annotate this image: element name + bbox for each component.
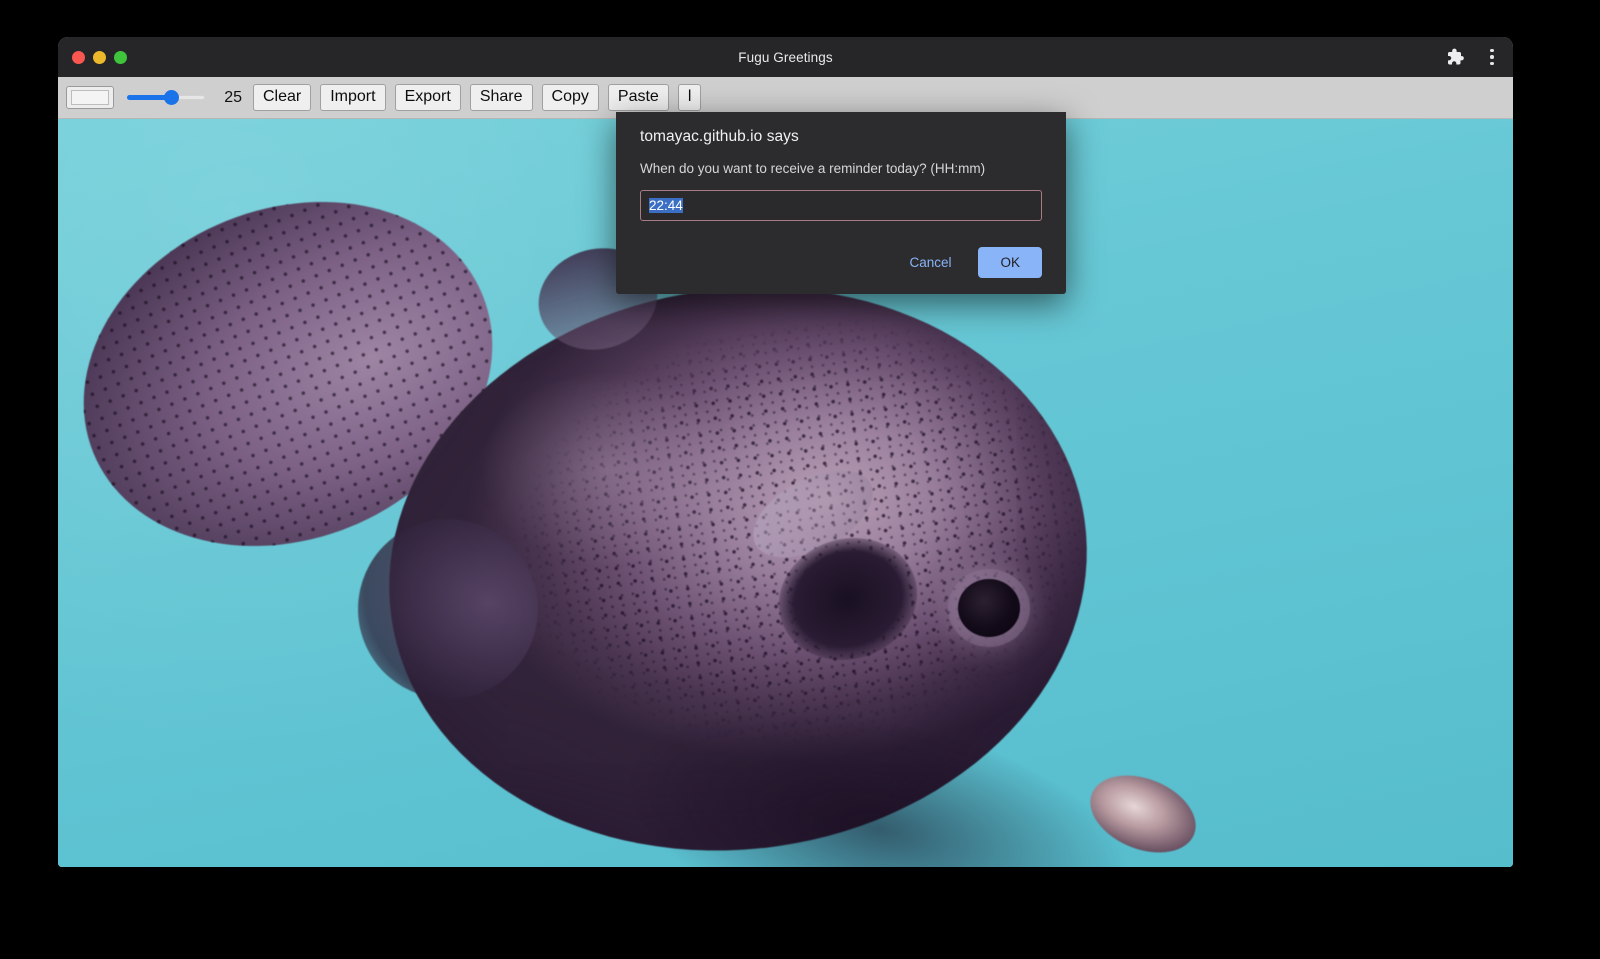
color-picker-input[interactable]: [66, 86, 114, 109]
reminder-time-input[interactable]: [640, 190, 1042, 221]
ok-button[interactable]: OK: [978, 247, 1042, 278]
brush-size-slider[interactable]: [127, 87, 205, 109]
obscured-toolbar-button[interactable]: l: [678, 84, 702, 111]
titlebar-actions: [1445, 47, 1501, 67]
slider-fill: [127, 95, 168, 100]
slider-thumb[interactable]: [164, 90, 179, 105]
minimize-window-button[interactable]: [93, 51, 106, 64]
traffic-lights: [72, 51, 127, 64]
paste-button[interactable]: Paste: [608, 84, 669, 111]
browser-menu-icon[interactable]: [1483, 47, 1501, 67]
close-window-button[interactable]: [72, 51, 85, 64]
screen: Fugu Greetings 25 Clear: [0, 0, 1600, 959]
copy-button[interactable]: Copy: [542, 84, 599, 111]
dialog-actions: Cancel OK: [640, 247, 1042, 278]
maximize-window-button[interactable]: [114, 51, 127, 64]
window-titlebar: Fugu Greetings: [58, 37, 1513, 77]
javascript-prompt-dialog: tomayac.github.io says When do you want …: [616, 112, 1066, 294]
export-button[interactable]: Export: [395, 84, 461, 111]
clear-button[interactable]: Clear: [253, 84, 311, 111]
extensions-icon[interactable]: [1445, 47, 1465, 67]
window-title: Fugu Greetings: [58, 50, 1513, 65]
browser-window: Fugu Greetings 25 Clear: [58, 37, 1513, 867]
dialog-message: When do you want to receive a reminder t…: [640, 161, 1042, 176]
dialog-origin-label: tomayac.github.io says: [640, 128, 1042, 146]
import-button[interactable]: Import: [320, 84, 385, 111]
slider-value-label: 25: [220, 89, 242, 107]
fish-highlight: [478, 369, 738, 569]
fish-eye: [958, 579, 1020, 637]
share-button[interactable]: Share: [470, 84, 533, 111]
cancel-button[interactable]: Cancel: [892, 247, 968, 278]
